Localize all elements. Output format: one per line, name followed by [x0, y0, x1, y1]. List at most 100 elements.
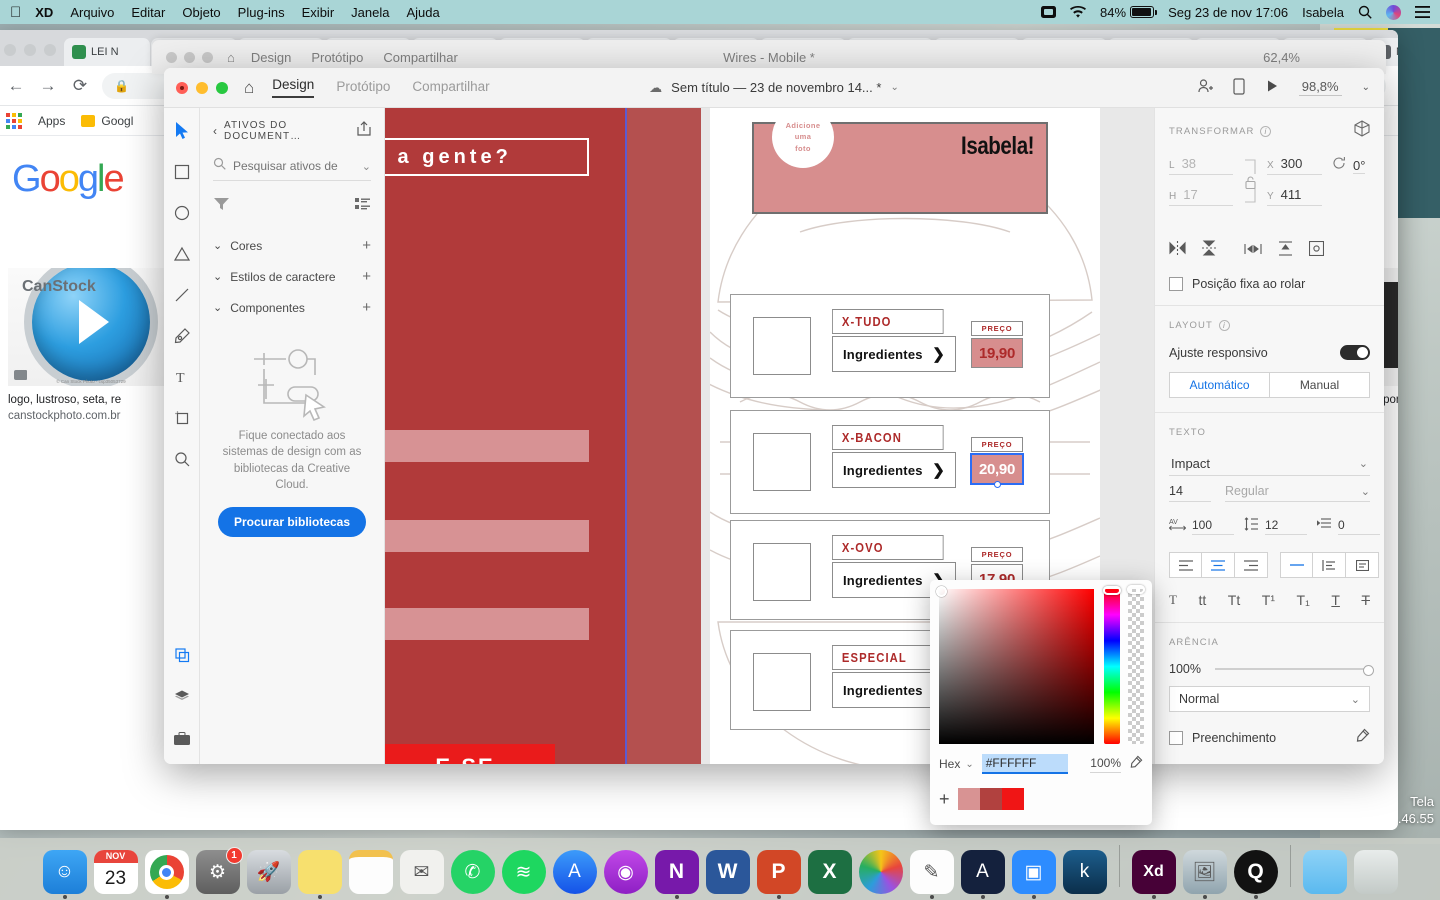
dock-item-stickies[interactable] [297, 850, 342, 899]
area-text-button[interactable] [1346, 552, 1379, 578]
align-vertical-center-icon[interactable] [1278, 240, 1293, 261]
align-center-button[interactable] [1202, 552, 1235, 578]
fixed-position-row[interactable]: Posição fixa ao rolar [1169, 277, 1370, 291]
dock-item-notes[interactable] [348, 850, 393, 894]
browse-libraries-button[interactable]: Procurar bibliotecas [217, 507, 367, 538]
rotation-value[interactable]: 0° [1353, 158, 1366, 174]
underline-icon[interactable]: T [1331, 592, 1340, 608]
normal-case-icon[interactable]: T [1169, 592, 1177, 608]
chrome-zoom-button[interactable] [44, 44, 56, 56]
back-icon[interactable]: ← [6, 76, 26, 96]
horizontal-align-group[interactable] [1169, 552, 1268, 578]
forward-icon[interactable]: → [38, 76, 58, 96]
apple-logo-icon[interactable]:  [10, 5, 21, 20]
font-weight-value[interactable]: Regular [1225, 484, 1269, 498]
dock-item-downloads-folder[interactable] [1302, 850, 1347, 894]
menu-item-card[interactable]: X-TUDO Ingredientes ❯ PREÇO 19,90 [730, 294, 1050, 398]
zoom-level[interactable]: 98,8% [1298, 79, 1342, 96]
alpha-slider[interactable] [1127, 585, 1145, 744]
fill-row[interactable]: Preenchimento [1169, 728, 1370, 748]
ellipse-tool-icon[interactable] [171, 202, 193, 224]
paragraph-spacing-value[interactable]: 0 [1338, 518, 1380, 535]
artboard-red-signup[interactable]: m a gente? u e-mail e-mail E-SE [385, 108, 625, 764]
price-value[interactable]: 19,90 [971, 338, 1023, 368]
auto-height-text-button[interactable] [1313, 552, 1346, 578]
opacity-row[interactable]: 100% [1169, 662, 1374, 676]
align-left-button[interactable] [1169, 552, 1202, 578]
sv-cursor[interactable] [936, 586, 947, 597]
font-weight-chevron-icon[interactable]: ⌄ [1361, 485, 1370, 498]
pen-tool-icon[interactable] [171, 325, 193, 347]
lock-aspect-icon[interactable] [1244, 176, 1256, 194]
menu-item-image-placeholder[interactable] [753, 317, 811, 375]
asset-group-row[interactable]: ⌄ Cores + [213, 230, 371, 261]
height-field[interactable]: H 17 [1169, 187, 1233, 206]
dock-item-onenote[interactable]: N [654, 850, 699, 899]
battery-percentage[interactable]: 84% [1100, 5, 1158, 20]
assets-panel-icon[interactable] [171, 644, 193, 666]
xd-bg-home-icon[interactable]: ⌂ [227, 50, 235, 65]
color-picker-popover[interactable]: Hex ⌄ #FFFFFF 100% + [930, 580, 1152, 825]
group-chevron-down-icon[interactable]: ⌄ [213, 301, 222, 314]
add-asset-button[interactable]: + [362, 238, 371, 253]
home-icon[interactable]: ⌂ [244, 79, 254, 96]
dock-item-adobe-xd[interactable]: Xd [1131, 850, 1176, 899]
opacity-slider[interactable] [1215, 665, 1374, 676]
artboard-red-secondary[interactable] [627, 108, 701, 764]
play-preview-icon[interactable] [1265, 79, 1279, 96]
polygon-tool-icon[interactable] [171, 243, 193, 265]
layout-info-icon[interactable]: i [1218, 320, 1230, 331]
picker-eyedropper-icon[interactable] [1129, 755, 1143, 774]
rotation-field[interactable]: 0° [1332, 156, 1370, 178]
add-photo-placeholder[interactable]: Adicione uma foto [772, 108, 834, 168]
red-board-email-field[interactable]: e-mail [385, 430, 589, 462]
info-icon[interactable]: i [1260, 125, 1272, 137]
dock-item-app-store[interactable]: A [552, 850, 597, 894]
image-result-thumbnail[interactable]: CanStock © Can Stock Photo - csp35053729 [8, 268, 174, 386]
tab-share[interactable]: Compartilhar [412, 79, 489, 96]
image-result-cell[interactable]: CanStock © Can Stock Photo - csp35053729 l… [8, 268, 174, 422]
greeting-text[interactable]: Isabela! [961, 132, 1034, 161]
xd-bg-tab-design[interactable]: Design [251, 50, 291, 65]
asset-group-row[interactable]: ⌄ Componentes + [213, 292, 371, 323]
chrome-close-button[interactable] [4, 44, 16, 56]
assets-search-input[interactable] [233, 159, 341, 173]
screen-recording-icon[interactable] [1041, 5, 1057, 19]
document-title-area[interactable]: ☁ Sem título — 23 de novembro 14... * ⌄ [649, 80, 899, 96]
strikethrough-icon[interactable]: T [1361, 592, 1370, 608]
subscript-icon[interactable]: T₁ [1297, 592, 1310, 608]
text-type-group[interactable] [1280, 552, 1379, 578]
distribute-icon[interactable] [1308, 240, 1325, 261]
font-size-value[interactable]: 14 [1169, 484, 1211, 502]
font-weight-row[interactable]: Regular ⌄ [1225, 484, 1370, 502]
artboard-tool-icon[interactable] [171, 407, 193, 429]
color-swatch[interactable] [1001, 788, 1024, 810]
lowercase-icon[interactable]: tt [1198, 592, 1206, 608]
menu-ajuda[interactable]: Ajuda [406, 5, 439, 20]
tab-design[interactable]: Design [272, 77, 315, 98]
menu-item-name[interactable]: X-BACON [832, 425, 944, 450]
menu-objeto[interactable]: Objeto [182, 5, 220, 20]
menu-item-card[interactable]: X-BACON Ingredientes ❯ PREÇO 20,90 [730, 410, 1050, 514]
xd-zoom-button[interactable] [216, 81, 228, 94]
dock-item-powerpoint[interactable]: P [756, 850, 801, 899]
xd-bg-traffic-lights[interactable] [166, 51, 213, 63]
chrome-minimize-button[interactable] [24, 44, 36, 56]
reload-icon[interactable]: ⟳ [70, 76, 90, 96]
x-value[interactable]: 300 [1281, 156, 1303, 171]
back-chevron-icon[interactable]: ‹ [213, 124, 218, 138]
dock-item-finder[interactable]: ☺ [42, 850, 87, 899]
tab-prototype[interactable]: Protótipo [336, 79, 390, 96]
color-swatch[interactable] [957, 788, 980, 810]
asset-group-row[interactable]: ⌄ Estilos de caractere + [213, 261, 371, 292]
layout-manual-button[interactable]: Manual [1270, 372, 1370, 398]
width-field[interactable]: L 38 [1169, 156, 1233, 175]
fixed-width-text-button[interactable] [1280, 552, 1313, 578]
responsive-resize-toggle[interactable] [1340, 345, 1370, 360]
align-right-button[interactable] [1235, 552, 1268, 578]
dock-item-system-preferences[interactable]: ⚙ 1 [195, 847, 243, 894]
document-title[interactable]: Sem título — 23 de novembro 14... * [671, 80, 881, 95]
add-swatch-button[interactable]: + [939, 790, 950, 808]
menu-item-image-placeholder[interactable] [753, 653, 811, 711]
coedit-icon[interactable] [1197, 78, 1213, 97]
